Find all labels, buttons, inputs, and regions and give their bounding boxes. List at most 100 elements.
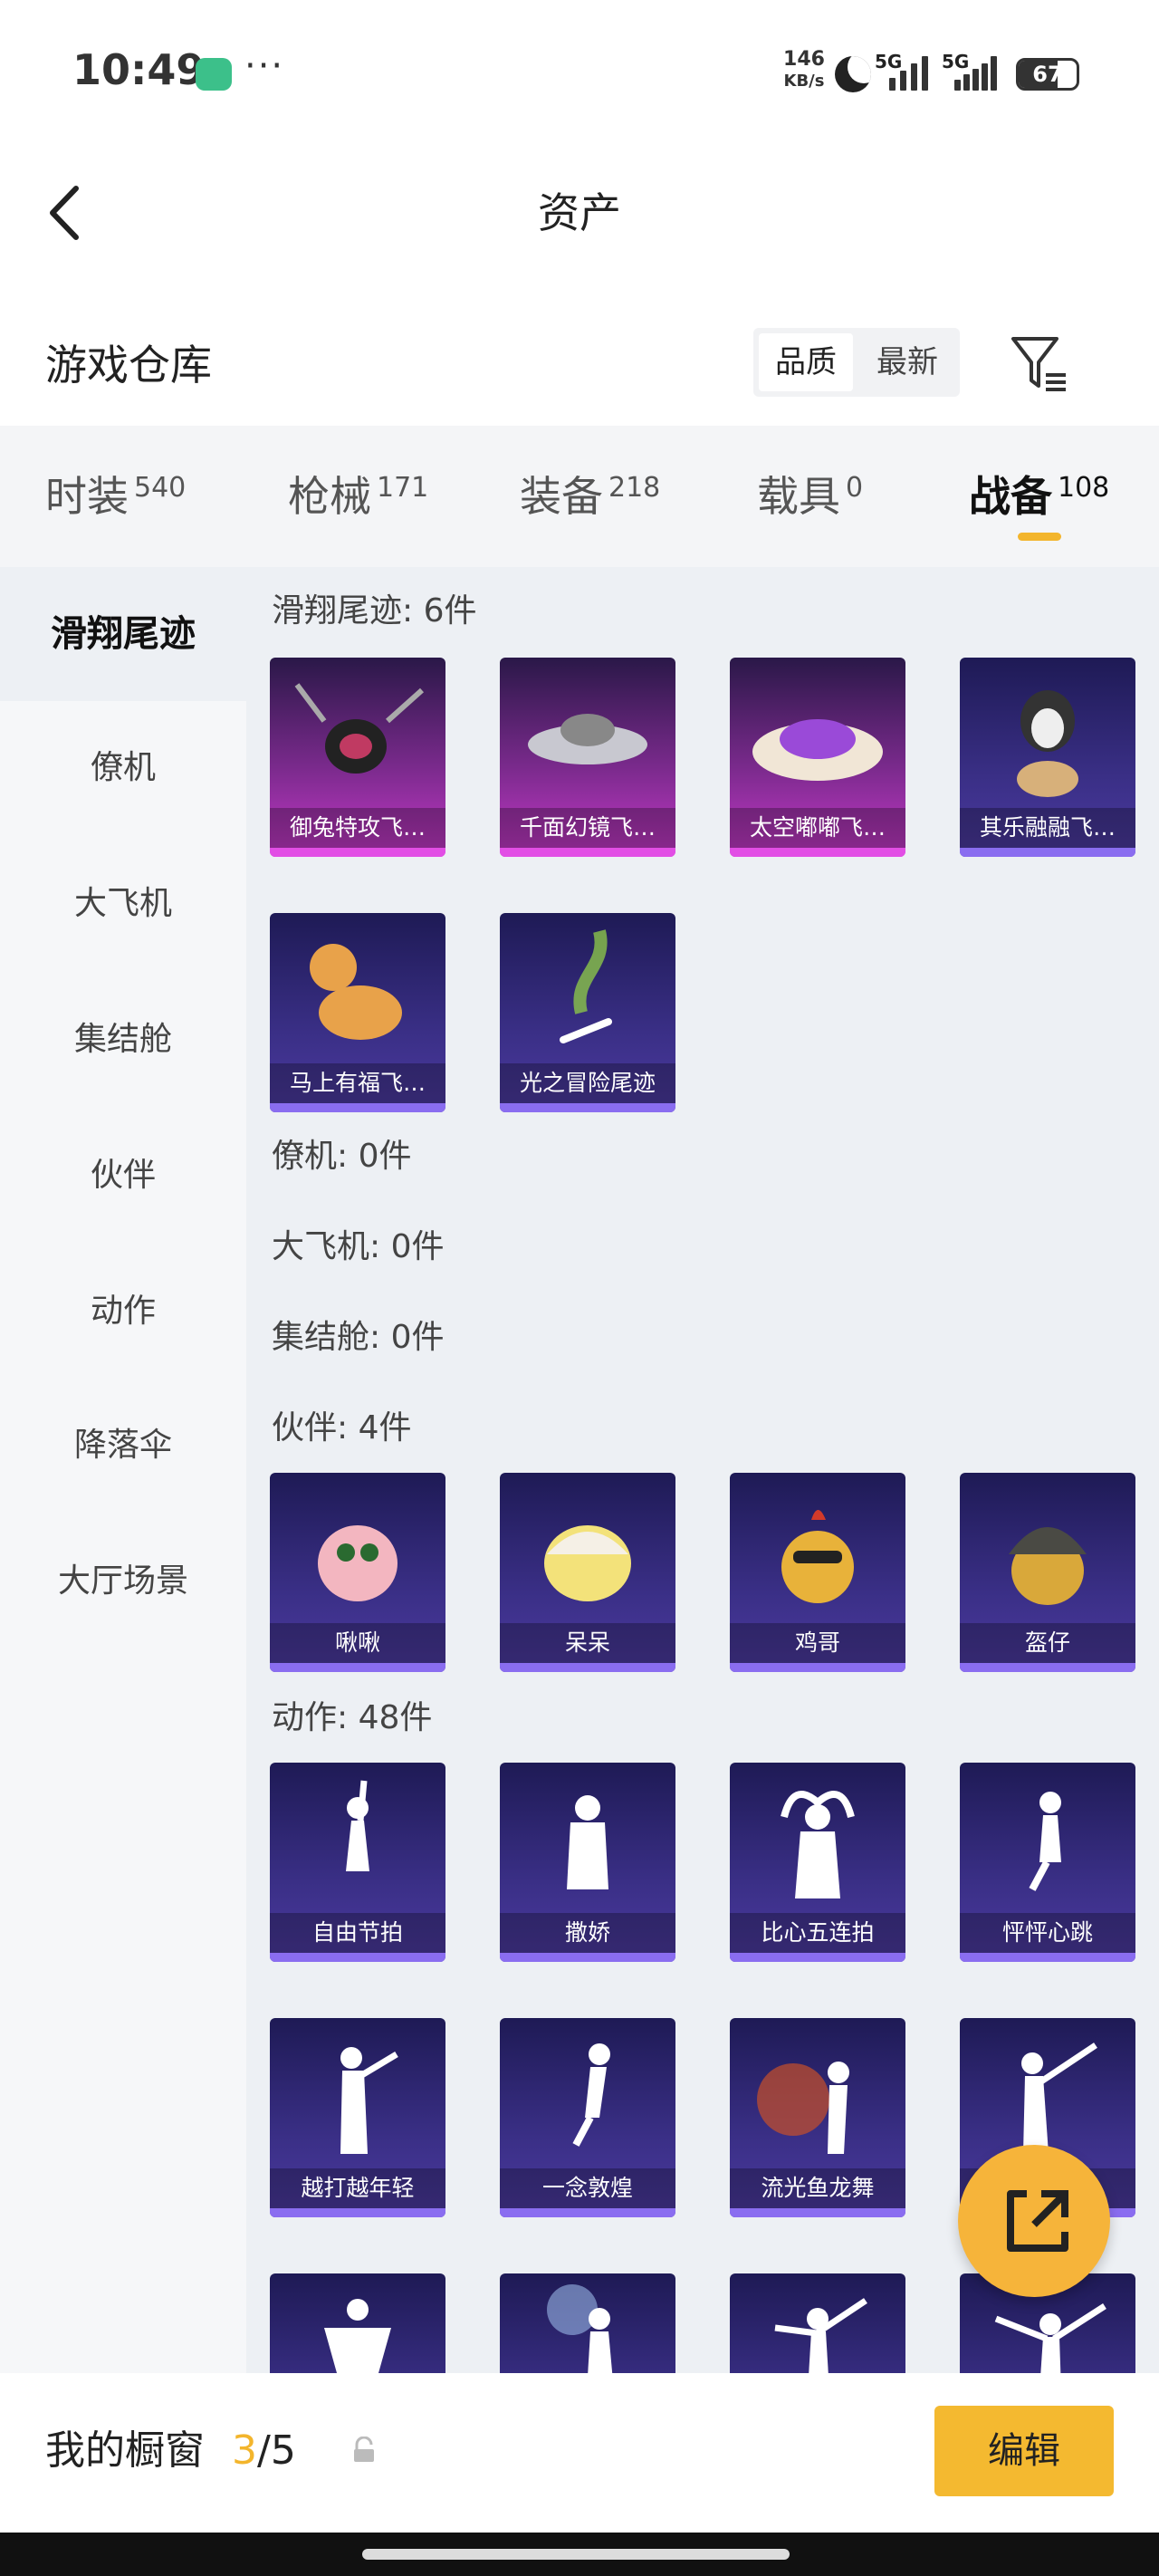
item-card[interactable]: 越打越年轻: [270, 2018, 445, 2217]
section-heading-wingman: 僚机: 0件: [272, 1138, 412, 1175]
item-name: 怦怦心跳: [960, 1913, 1135, 1953]
item-card[interactable]: 比心五连拍: [730, 1763, 905, 1962]
dancer-silhouette-icon: [1029, 1792, 1061, 1891]
share-fab[interactable]: [958, 2145, 1110, 2297]
showcase-title: 我的橱窗: [45, 2427, 205, 2474]
tab-equipment[interactable]: 装备 218: [520, 469, 660, 524]
sidebar-item-lobby-scene[interactable]: 大厅场景: [0, 1554, 246, 1609]
item-card[interactable]: 太空嘟嘟飞…: [730, 658, 905, 857]
lock-icon: [354, 2437, 374, 2462]
sidebar: [0, 567, 246, 2379]
item-card[interactable]: 怦怦心跳: [960, 1763, 1135, 1962]
tab-label: 战备: [969, 472, 1052, 521]
showcase-current-count: 3: [232, 2427, 257, 2474]
horse-glider-icon: [310, 944, 402, 1040]
tab-count: 218: [608, 472, 661, 504]
wechat-notification-icon: [196, 58, 232, 91]
tab-vehicles[interactable]: 载具 0: [757, 469, 863, 524]
page-title: 资产: [538, 188, 621, 237]
item-card[interactable]: 啾啾: [270, 1473, 445, 1672]
edit-button[interactable]: 编辑: [934, 2406, 1114, 2496]
tab-outfits[interactable]: 时装 540: [45, 469, 186, 524]
item-name: 光之冒险尾迹: [500, 1063, 675, 1103]
tab-label: 装备: [520, 472, 603, 521]
item-name: 啾啾: [270, 1623, 445, 1663]
signal-icon-sim2: 5G: [942, 51, 1000, 94]
item-name: 比心五连拍: [730, 1913, 905, 1953]
dancer-silhouette-icon: [567, 1795, 608, 1889]
home-indicator[interactable]: [362, 2549, 790, 2560]
item-name: 一念敦煌: [500, 2168, 675, 2208]
showcase-total-count: /5: [257, 2427, 296, 2474]
item-name: 千面幻镜飞…: [500, 808, 675, 848]
section-heading-emote: 动作: 48件: [272, 1699, 433, 1736]
sidebar-item-wingman[interactable]: 僚机: [0, 741, 246, 795]
filter-icon[interactable]: [1010, 333, 1069, 393]
sort-newest-button[interactable]: 最新: [860, 333, 954, 391]
section-heading-companion: 伙伴: 4件: [272, 1409, 412, 1447]
item-name: 自由节拍: [270, 1913, 445, 1953]
tab-count: 0: [846, 472, 864, 504]
tab-count: 171: [377, 472, 429, 504]
item-card[interactable]: 撒娇: [500, 1763, 675, 1962]
sidebar-item-companion[interactable]: 伙伴: [0, 1149, 246, 1203]
item-card[interactable]: 光之冒险尾迹: [500, 913, 675, 1112]
sidebar-item-parachute[interactable]: 降落伞: [0, 1418, 246, 1473]
tab-label: 载具: [757, 472, 840, 521]
item-card[interactable]: 其乐融融飞…: [960, 658, 1135, 857]
item-name: 其乐融融飞…: [960, 808, 1135, 848]
sidebar-item-big-plane[interactable]: 大飞机: [0, 877, 246, 931]
section-heading-big-plane: 大飞机: 0件: [272, 1228, 445, 1265]
section-heading-glide-trail: 滑翔尾迹: 6件: [272, 592, 477, 630]
ufo-glider-icon: [528, 714, 647, 764]
item-card[interactable]: 一念敦煌: [500, 2018, 675, 2217]
network-speed-unit: KB/s: [783, 72, 825, 91]
sim1-label: 5G: [875, 51, 903, 72]
item-card[interactable]: 自由节拍: [270, 1763, 445, 1962]
item-card[interactable]: 千面幻镜飞…: [500, 658, 675, 857]
item-name: 鸡哥: [730, 1623, 905, 1663]
sort-toggle: 品质 最新: [753, 328, 960, 397]
sim2-label: 5G: [942, 51, 970, 72]
heart-gesture-icon: [781, 1791, 855, 1898]
item-card[interactable]: 流光鱼龙舞: [730, 2018, 905, 2217]
tab-label: 枪械: [288, 472, 371, 521]
tab-combat-gear[interactable]: 战备 108: [969, 469, 1109, 524]
network-speed-value: 146: [783, 48, 825, 71]
dragon-dance-icon: [757, 2062, 849, 2154]
yellow-chick-icon: [544, 1525, 631, 1601]
sort-quality-button[interactable]: 品质: [759, 333, 853, 391]
sidebar-item-glide-trail[interactable]: 滑翔尾迹: [0, 567, 246, 701]
signal-icon-sim1: 5G: [875, 51, 933, 94]
active-tab-indicator: [1018, 533, 1061, 541]
tab-label: 时装: [45, 472, 129, 521]
do-not-disturb-icon: [835, 56, 871, 92]
item-card[interactable]: 马上有福飞…: [270, 913, 445, 1112]
item-name: 盔仔: [960, 1623, 1135, 1663]
item-card[interactable]: 呆呆: [500, 1473, 675, 1672]
space-glider-icon: [752, 719, 883, 781]
item-card[interactable]: 鸡哥: [730, 1473, 905, 1672]
item-card[interactable]: 盔仔: [960, 1473, 1135, 1672]
item-name: 呆呆: [500, 1623, 675, 1663]
penguin-glider-icon: [1017, 690, 1078, 797]
helmet-chick-icon: [1009, 1527, 1087, 1605]
rooster-icon: [781, 1510, 854, 1603]
showcase-label: 我的橱窗 3/5: [45, 2424, 296, 2478]
dancer-silhouette-icon: [572, 2043, 610, 2147]
section-heading-assembly-pod: 集结舱: 0件: [272, 1319, 445, 1356]
status-time: 10:49: [72, 45, 206, 94]
pink-bird-icon: [318, 1525, 398, 1601]
section-title: 游戏仓库: [45, 341, 212, 389]
tab-count: 108: [1058, 472, 1110, 504]
item-name: 越打越年轻: [270, 2168, 445, 2208]
sidebar-item-assembly-pod[interactable]: 集结舱: [0, 1013, 246, 1067]
glider-item-icon: [294, 683, 425, 774]
more-notifications-icon: ···: [244, 45, 285, 87]
item-name: 流光鱼龙舞: [730, 2168, 905, 2208]
network-speed: 146 KB/s: [777, 49, 831, 92]
item-card[interactable]: 御兔特攻飞…: [270, 658, 445, 857]
tab-weapons[interactable]: 枪械 171: [288, 469, 428, 524]
sidebar-item-emote[interactable]: 动作: [0, 1284, 246, 1339]
tab-count: 540: [134, 472, 187, 504]
